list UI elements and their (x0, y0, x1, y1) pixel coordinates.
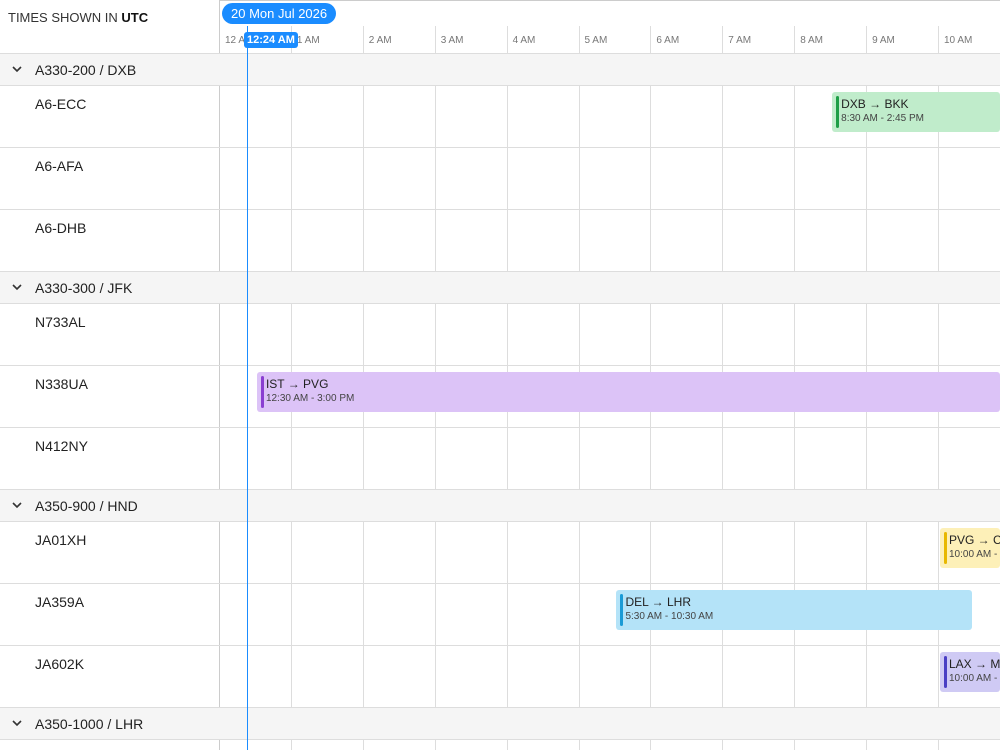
aircraft-registration: JA359A (35, 594, 85, 610)
flight-time: 12:30 AM - 3:00 PM (265, 393, 355, 404)
event-color-bar (620, 594, 624, 626)
flight-route: LAX → MI (949, 657, 1000, 671)
event-color-bar (260, 376, 264, 408)
hour-tick-label: 6 AM (656, 35, 680, 46)
hour-tick-label: 9 AM (872, 35, 895, 46)
flight-event[interactable]: LAX → MI 10:00 AM - (940, 652, 1000, 692)
flight-time: 5:30 AM - 10:30 AM (625, 611, 714, 622)
aircraft-registration: JA602K (35, 656, 85, 672)
hour-tick-label: 1 AM (296, 35, 320, 46)
group-label: A350-1000 / LHR (35, 716, 144, 732)
chevron-down-icon[interactable] (11, 717, 23, 729)
flight-event[interactable]: IST → PVG 12:30 AM - 3:00 PM (256, 372, 1000, 412)
timezone-prefix: TIMES SHOWN IN (8, 10, 118, 25)
aircraft-row: JA602K LAX → MI 10:00 AM - (0, 646, 1000, 708)
flight-event[interactable]: PVG → CD 10:00 AM - (940, 528, 1000, 568)
aircraft-row: A6-DHB (0, 210, 1000, 272)
aircraft-registration: JA01XH (35, 532, 87, 548)
aircraft-row: JA359A DEL → LHR 5:30 AM - 10:30 AM (0, 584, 1000, 646)
flight-event[interactable]: DEL → LHR 5:30 AM - 10:30 AM (616, 590, 972, 630)
aircraft-row: N733AL (0, 304, 1000, 366)
chevron-down-icon[interactable] (11, 281, 23, 293)
group-header[interactable]: A330-300 / JFK (0, 272, 1000, 304)
aircraft-row: N338UA IST → PVG 12:30 AM - 3:00 PM (0, 366, 1000, 428)
flight-route: IST → PVG (265, 377, 329, 391)
group-header[interactable]: A330-200 / DXB (0, 54, 1000, 86)
current-time-line (247, 26, 248, 750)
event-color-bar (836, 96, 840, 128)
aircraft-row: JA01XH PVG → CD 10:00 AM - (0, 522, 1000, 584)
flight-time: 8:30 AM - 2:45 PM (841, 113, 924, 124)
timezone-label: TIMES SHOWN IN UTC (8, 10, 148, 25)
flight-time: 10:00 AM - (949, 549, 998, 560)
group-label: A330-300 / JFK (35, 280, 133, 296)
aircraft-row: A6-AFA (0, 148, 1000, 210)
group-header[interactable]: A350-1000 / LHR (0, 708, 1000, 740)
hour-tick-label: 5 AM (584, 35, 608, 46)
timeline-top-border (219, 0, 1000, 1)
hour-tick-label: 10 AM (944, 35, 973, 46)
flight-route: DXB → BKK (841, 97, 909, 111)
aircraft-registration: N733AL (35, 314, 86, 330)
aircraft-row: A6-ECC DXB → BKK 8:30 AM - 2:45 PM (0, 86, 1000, 148)
flight-event[interactable]: DXB → BKK 8:30 AM - 2:45 PM (832, 92, 1000, 132)
aircraft-row: N412NY (0, 428, 1000, 490)
aircraft-registration: N412NY (35, 438, 88, 454)
flight-route: DEL → LHR (625, 595, 692, 609)
event-color-bar (944, 532, 947, 564)
hour-tick-label: 4 AM (512, 35, 536, 46)
chevron-down-icon[interactable] (11, 499, 23, 511)
group-label: A350-900 / HND (35, 498, 138, 514)
timezone-value: UTC (121, 10, 149, 25)
group-label: A330-200 / DXB (35, 62, 137, 78)
date-badge[interactable]: 20 Mon Jul 2026 (222, 3, 337, 24)
flight-time: 10:00 AM - (949, 673, 998, 684)
hour-tick-label: 8 AM (800, 35, 823, 46)
hour-tick-label: 7 AM (728, 35, 752, 46)
aircraft-registration: A6-AFA (35, 158, 84, 174)
aircraft-registration: A6-DHB (35, 220, 87, 236)
flight-route: PVG → CD (949, 533, 1000, 547)
aircraft-registration: N338UA (35, 376, 88, 392)
hour-tick-label: 2 AM (368, 35, 392, 46)
current-time-marker: 12:24 AM (244, 32, 298, 48)
chevron-down-icon[interactable] (11, 63, 23, 75)
aircraft-registration: A6-ECC (35, 96, 87, 112)
hour-tick-label: 3 AM (440, 35, 464, 46)
group-header[interactable]: A350-900 / HND (0, 490, 1000, 522)
event-color-bar (944, 656, 947, 688)
